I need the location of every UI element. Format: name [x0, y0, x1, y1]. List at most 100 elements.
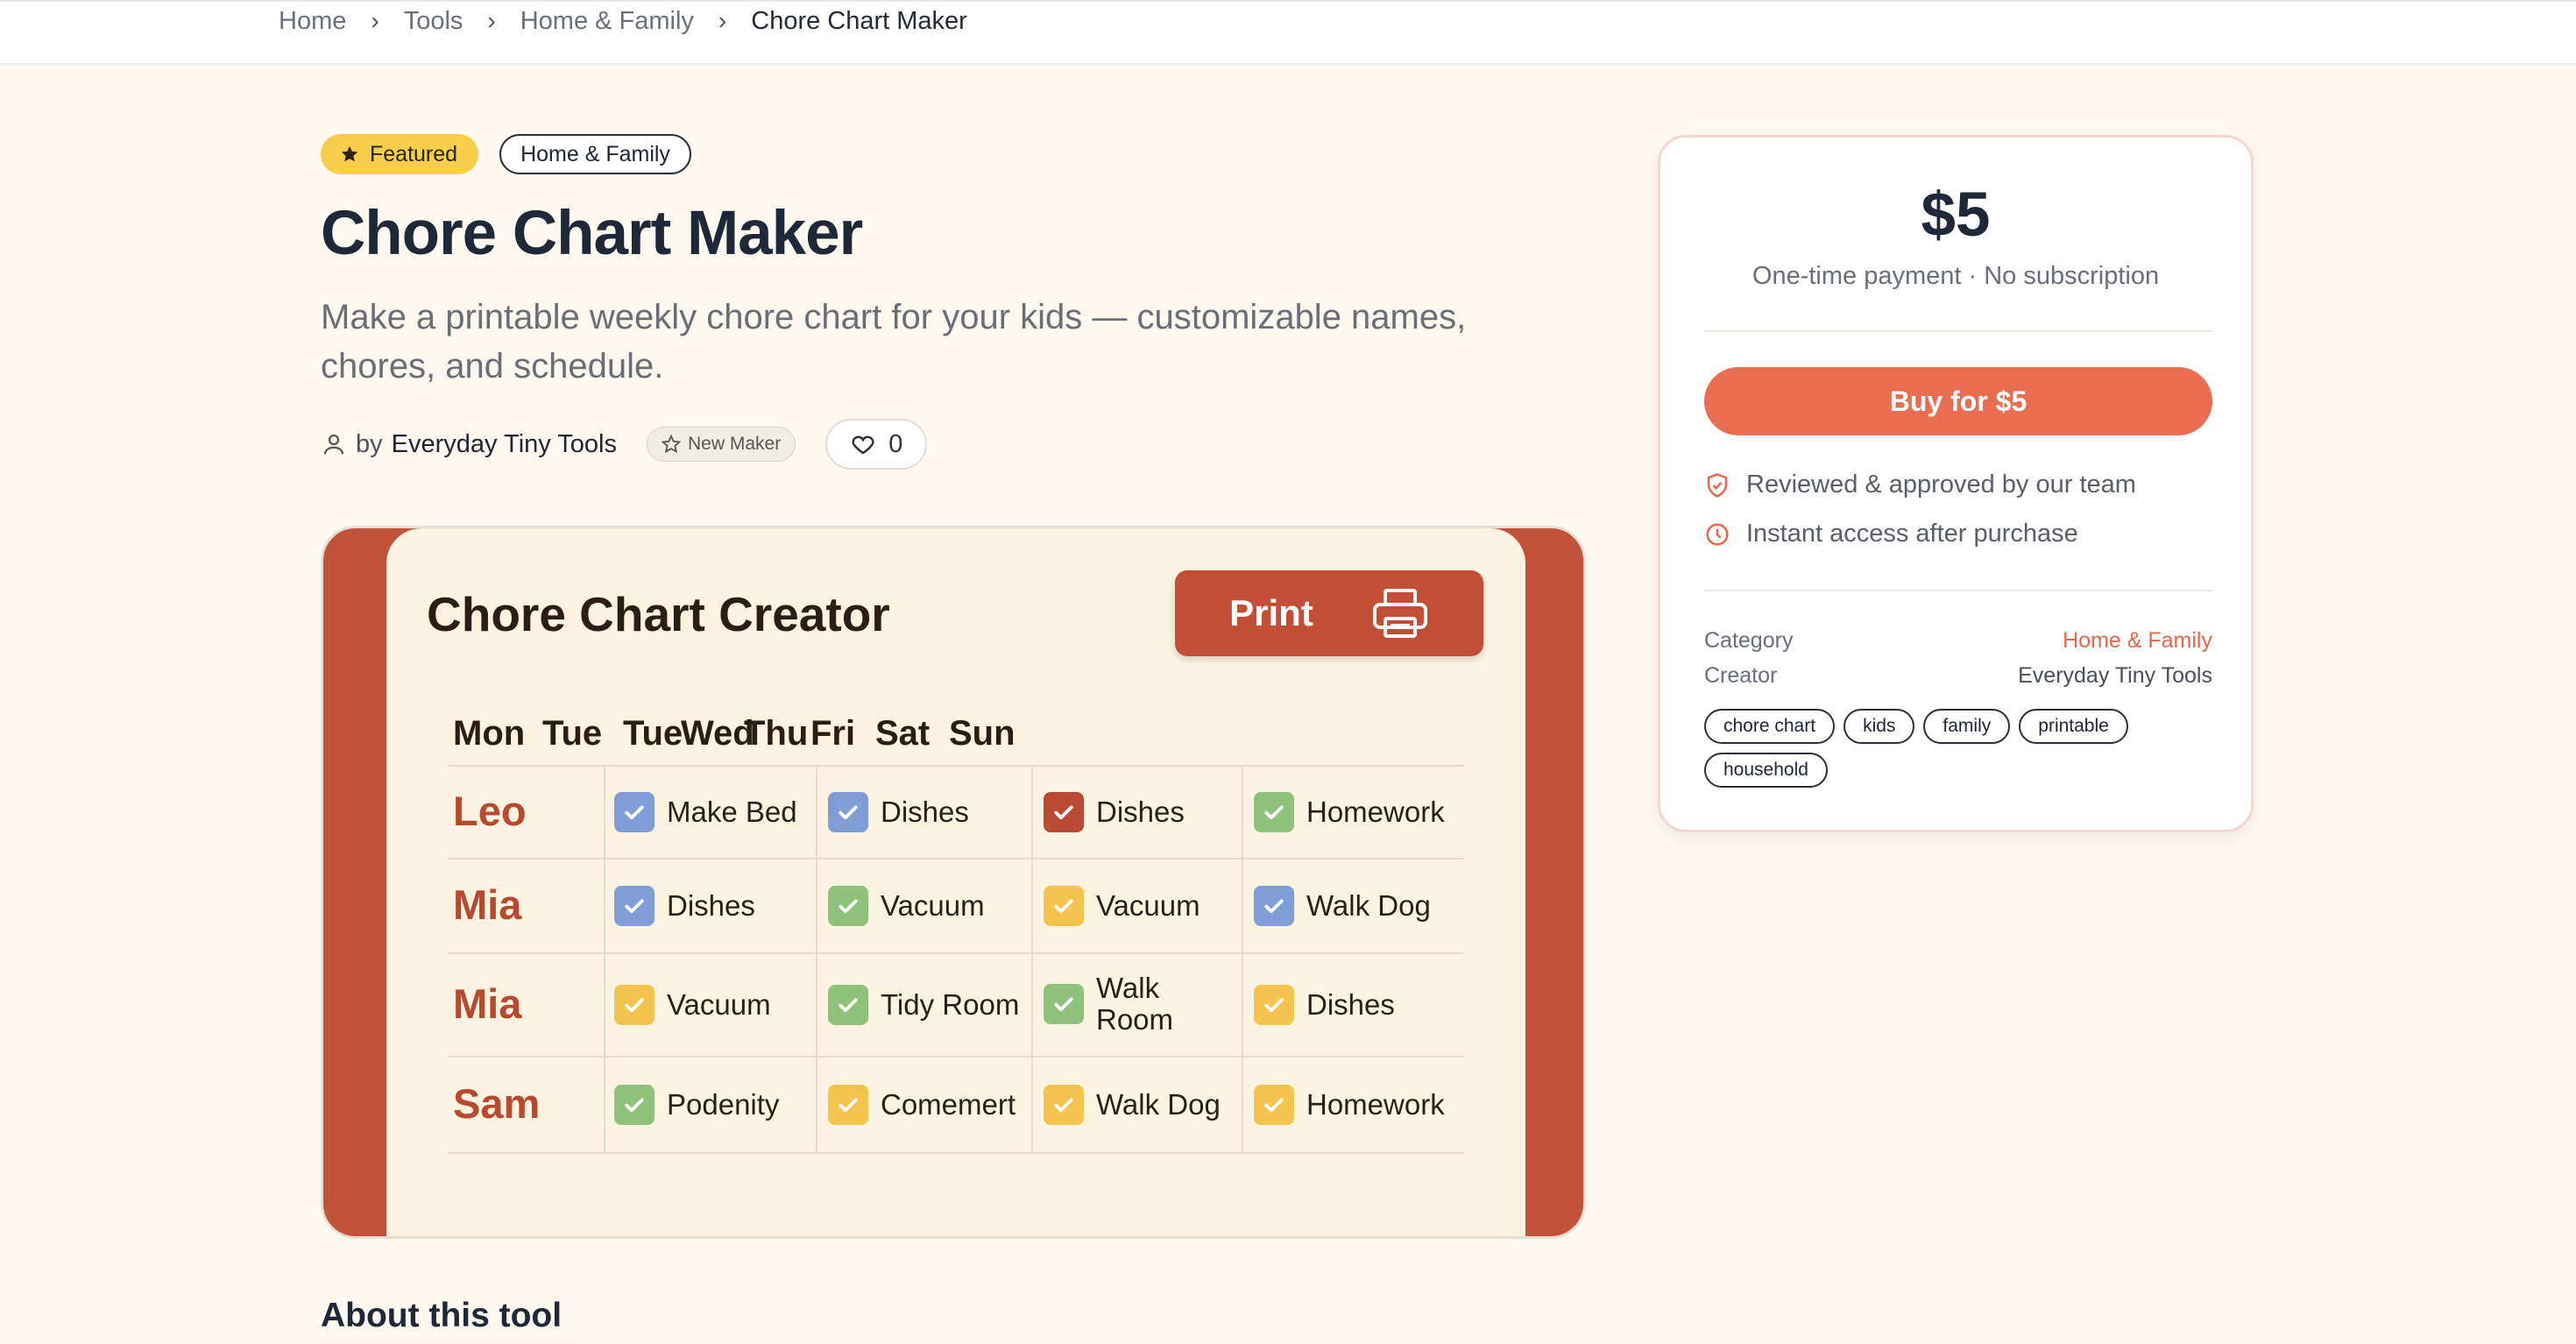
chore-label: Make Bed [667, 796, 797, 828]
category-link[interactable]: Home & Family [2063, 628, 2212, 654]
grid-line [604, 1058, 605, 1152]
by-label: by [356, 429, 383, 458]
chore-label: Tidy Room [881, 988, 1020, 1021]
chart-title: Chore Chart Creator [427, 587, 890, 641]
grid-line [816, 859, 817, 952]
chore-row: Mia Dishes Vacuum Vacuum Walk Dog [448, 859, 1464, 954]
grid-line [1031, 954, 1033, 1056]
maker-meta: by Everyday Tiny Tools New Maker 0 [321, 419, 928, 470]
grid-line [1242, 859, 1243, 952]
grid-line [816, 767, 817, 858]
category-row: Category Home & Family [1704, 628, 2212, 654]
grid-line [1242, 1058, 1243, 1152]
grid-line [1031, 1058, 1033, 1152]
grid-line [604, 954, 605, 1056]
grid-line [1242, 767, 1243, 858]
grid-line [1031, 859, 1033, 952]
checkbox-checked-icon [828, 886, 868, 926]
print-label: Print [1229, 592, 1313, 633]
tag-chip[interactable]: chore chart [1704, 709, 1836, 744]
child-name: Leo [453, 788, 527, 834]
tag-chip[interactable]: printable [2019, 709, 2128, 744]
like-count: 0 [888, 429, 903, 458]
print-button: Print [1175, 570, 1483, 656]
checkbox-checked-icon [614, 886, 655, 926]
checkbox-checked-icon [1254, 886, 1294, 926]
category-badge[interactable]: Home & Family [499, 134, 691, 174]
checkbox-checked-icon [1254, 792, 1294, 832]
grid-line [816, 954, 817, 1056]
like-button[interactable]: 0 [825, 419, 928, 470]
chore-cell: Walk Dog [1044, 1085, 1221, 1125]
chore-label: Homework [1306, 1088, 1445, 1121]
chore-grid: Mon Tue Tue Wed Thu Fri Sat Sun Leo Make … [448, 704, 1464, 1154]
new-maker-label: New Maker [688, 434, 782, 454]
chore-label: Vacuum [1096, 889, 1200, 922]
grid-line [1031, 767, 1033, 858]
checkbox-checked-icon [1254, 985, 1294, 1025]
chore-label: Walk Room [1096, 972, 1174, 1036]
chore-rows: Leo Make Bed Dishes Dishes Homework Mia Dishes… [448, 765, 1464, 1154]
creator-row: Creator Everyday Tiny Tools [1704, 663, 2212, 689]
chore-label: Dishes [881, 796, 969, 828]
day-label: Sun [949, 714, 1016, 753]
chore-label: Homework [1306, 796, 1445, 828]
user-icon [323, 434, 344, 455]
heart-icon [852, 435, 874, 455]
checkbox-checked-icon [614, 1085, 655, 1125]
buy-button[interactable]: Buy for $5 [1704, 367, 2212, 435]
chore-cell: Dishes [1254, 985, 1395, 1025]
about-heading: About this tool [321, 1297, 563, 1334]
chevron-right-icon: › [487, 7, 496, 34]
breadcrumb-tools[interactable]: Tools [404, 7, 464, 36]
chore-cell: Vacuum [1044, 886, 1200, 926]
grid-line [1242, 954, 1243, 1056]
creator-value: Everyday Tiny Tools [2018, 663, 2212, 688]
assurance-reviewed: Reviewed & approved by our team [1704, 470, 2136, 499]
page-subtitle: Make a printable weekly chore chart for … [321, 298, 1467, 386]
chore-label: Walk Dog [1096, 1088, 1221, 1121]
chevron-right-icon: › [718, 7, 727, 34]
divider [1704, 590, 2212, 591]
byline: by Everyday Tiny Tools [321, 430, 617, 459]
chore-cell: Make Bed [614, 792, 797, 832]
assurance-text: Instant access after purchase [1746, 520, 2078, 548]
chore-cell: Dishes [1044, 792, 1185, 832]
maker-link[interactable]: Everyday Tiny Tools [392, 430, 617, 459]
chore-label: Vacuum [667, 988, 771, 1021]
breadcrumb-category[interactable]: Home & Family [520, 7, 694, 36]
page-title: Chore Chart Maker [321, 199, 863, 268]
day-header: Mon Tue Tue Wed Thu Fri Sat Sun [448, 704, 1464, 767]
checkbox-checked-icon [614, 792, 655, 832]
breadcrumb-home[interactable]: Home [279, 7, 346, 36]
day-label: Thu [744, 714, 809, 753]
tag-chip[interactable]: kids [1844, 709, 1915, 744]
checkbox-checked-icon [1044, 1085, 1084, 1125]
star-outline-icon [662, 435, 682, 454]
assurance-instant: Instant access after purchase [1704, 520, 2078, 548]
category-label: Category [1704, 628, 1794, 653]
tag-chip[interactable]: household [1704, 753, 1828, 788]
breadcrumb-current: Chore Chart Maker [751, 6, 967, 35]
chore-label: Dishes [1306, 988, 1395, 1021]
featured-badge: Featured [321, 134, 479, 174]
child-name: Mia [453, 881, 522, 928]
clock-icon [1706, 523, 1729, 545]
day-label: Mon [453, 714, 526, 753]
price-note: One-time payment · No subscription [1752, 262, 2160, 290]
chore-cell: Vacuum [614, 985, 771, 1025]
featured-label: Featured [370, 141, 458, 166]
breadcrumb-bar: Home › Tools › Home & Family › Chore Cha… [0, 0, 2576, 65]
chore-label: Vacuum [881, 889, 985, 922]
chore-cell: Dishes [614, 886, 755, 926]
tag-chips: chore chart kids family printable househ… [1704, 709, 2212, 788]
creator-label: Creator [1704, 663, 1778, 688]
checkbox-checked-icon [828, 985, 868, 1025]
printer-icon [1372, 589, 1427, 638]
chore-label: Walk Dog [1306, 889, 1431, 922]
price-card: $5 One-time payment · No subscription Bu… [1658, 135, 2254, 832]
tag-chip[interactable]: family [1923, 709, 2011, 744]
chore-row: Mia Vacuum Tidy Room Walk Room Dishes [448, 954, 1464, 1058]
chore-chart-sheet: Chore Chart Creator Print Mon Tue Tue We… [386, 528, 1525, 1236]
grid-line [604, 767, 605, 858]
